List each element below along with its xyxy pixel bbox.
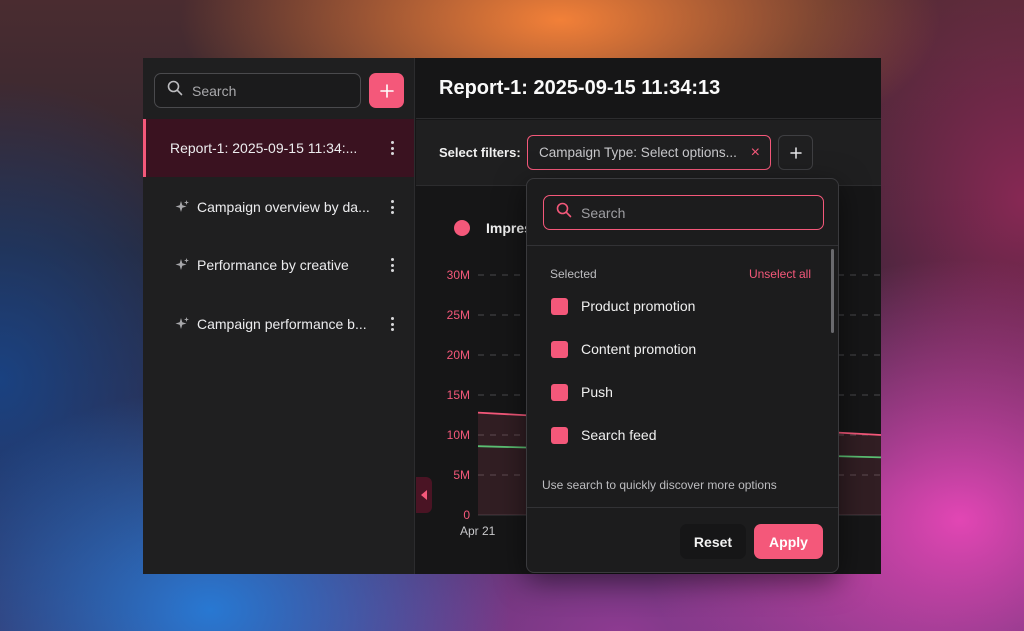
dropdown-search-placeholder: Search — [581, 204, 626, 221]
add-filter-button[interactable] — [778, 135, 813, 170]
more-options-icon[interactable] — [390, 141, 394, 155]
sidebar-item-label: Campaign overview by da... — [197, 199, 370, 215]
checkbox-checked[interactable] — [551, 297, 568, 315]
scrollbar[interactable] — [831, 249, 834, 333]
option-label: Search feed — [581, 427, 657, 443]
option-search-feed[interactable]: Search feed — [551, 425, 657, 445]
option-label: Content promotion — [581, 341, 697, 357]
option-label: Push — [581, 384, 613, 400]
add-report-button[interactable] — [369, 73, 404, 108]
sidebar-search-input[interactable]: Search — [154, 73, 361, 108]
sidebar-item-campaign-overview[interactable]: Campaign overview by da... — [143, 178, 414, 236]
close-icon[interactable]: × — [751, 145, 760, 161]
more-options-icon[interactable] — [390, 317, 394, 331]
filter-chip-text: Campaign Type: Select options... — [539, 145, 737, 160]
sidebar-item-campaign-performance[interactable]: Campaign performance b... — [143, 295, 414, 353]
campaign-type-filter[interactable]: Campaign Type: Select options... × — [527, 135, 771, 170]
sidebar-item-label: Report-1: 2025-09-15 11:34:... — [170, 140, 358, 156]
option-label: Product promotion — [581, 298, 696, 314]
filter-bar: Select filters: Campaign Type: Select op… — [416, 120, 881, 186]
campaign-type-dropdown: Search Selected Unselect all Product pro… — [526, 178, 839, 573]
apply-button[interactable]: Apply — [754, 524, 823, 559]
more-options-icon[interactable] — [390, 200, 394, 214]
sparkle-icon — [175, 200, 189, 212]
sidebar-item-performance-by-creative[interactable]: Performance by creative — [143, 236, 414, 294]
option-push[interactable]: Push — [551, 382, 613, 402]
divider — [527, 245, 838, 246]
sidebar-search-placeholder: Search — [192, 82, 237, 99]
sidebar: Search Report-1: 2025-09-15 11:34:... Ca… — [143, 58, 415, 574]
option-product-promotion[interactable]: Product promotion — [551, 296, 695, 316]
search-icon — [167, 80, 183, 101]
plus-icon — [789, 146, 802, 159]
more-options-icon[interactable] — [390, 258, 394, 272]
search-icon — [556, 202, 572, 223]
reset-button[interactable]: Reset — [680, 524, 746, 559]
sparkle-icon — [175, 317, 189, 329]
dropdown-footer: Reset Apply — [527, 507, 838, 572]
checkbox-checked[interactable] — [551, 426, 568, 444]
option-content-promotion[interactable]: Content promotion — [551, 339, 696, 359]
selected-section-label: Selected — [550, 267, 597, 281]
caret-left-icon — [421, 490, 427, 500]
page-title: Report-1: 2025-09-15 11:34:13 — [416, 58, 881, 119]
plus-icon — [379, 83, 394, 98]
sidebar-item-label: Campaign performance b... — [197, 316, 367, 332]
search-hint-text: Use search to quickly discover more opti… — [542, 478, 777, 492]
dropdown-search-input[interactable]: Search — [543, 195, 824, 230]
unselect-all-link[interactable]: Unselect all — [749, 267, 811, 281]
checkbox-checked[interactable] — [551, 383, 568, 401]
sidebar-item-label: Performance by creative — [197, 257, 349, 273]
sparkle-icon — [175, 258, 189, 270]
sidebar-item-report-1[interactable]: Report-1: 2025-09-15 11:34:... — [143, 119, 414, 177]
filter-label: Select filters: — [439, 145, 521, 160]
collapse-sidebar-handle[interactable] — [416, 477, 432, 513]
x-tick-label: Apr 21 — [460, 524, 496, 538]
checkbox-checked[interactable] — [551, 340, 568, 358]
